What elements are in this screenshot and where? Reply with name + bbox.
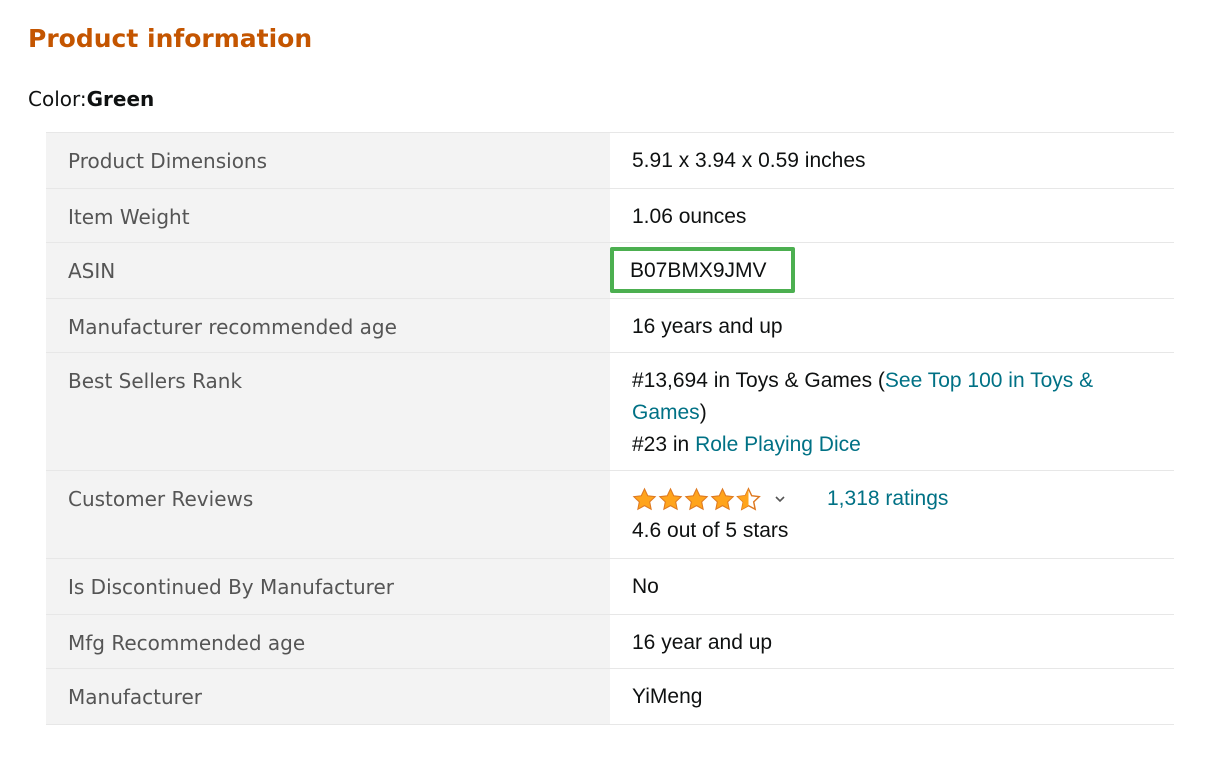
asin-highlight-box: B07BMX9JMV bbox=[610, 247, 795, 293]
color-label: Color: bbox=[28, 87, 87, 111]
row-label-asin: ASIN bbox=[46, 242, 610, 299]
table-row: Manufacturer YiMeng bbox=[46, 668, 1174, 725]
row-value-mfg-age: 16 year and up bbox=[632, 631, 773, 654]
star-full-icon bbox=[658, 487, 683, 510]
table-row: Is Discontinued By Manufacturer No bbox=[46, 558, 1174, 615]
table-row: Manufacturer recommended age 16 years an… bbox=[46, 298, 1174, 353]
table-row: ASIN B07BMX9JMV bbox=[46, 242, 1174, 299]
color-selection: Color:Green bbox=[28, 85, 154, 113]
row-label-rank: Best Sellers Rank bbox=[46, 352, 610, 471]
row-label-reviews: Customer Reviews bbox=[46, 470, 610, 559]
row-value-dimensions: 5.91 x 3.94 x 0.59 inches bbox=[632, 149, 866, 172]
color-value: Green bbox=[86, 87, 155, 111]
row-value-rank: #13,694 in Toys & Games (See Top 100 in … bbox=[610, 353, 1174, 471]
row-value-asin: B07BMX9JMV bbox=[610, 243, 1174, 299]
row-label-dimensions: Product Dimensions bbox=[46, 132, 610, 189]
section-title: Product information bbox=[28, 24, 313, 53]
row-value-age: 16 years and up bbox=[632, 315, 783, 338]
row-label-mfg-age: Mfg Recommended age bbox=[46, 614, 610, 669]
star-full-icon bbox=[710, 487, 735, 510]
row-value-weight: 1.06 ounces bbox=[632, 205, 747, 228]
table-row: Best Sellers Rank #13,694 in Toys & Game… bbox=[46, 352, 1174, 471]
star-full-icon bbox=[632, 487, 657, 510]
row-label-manufacturer: Manufacturer bbox=[46, 668, 610, 725]
star-rating-icon[interactable] bbox=[632, 486, 761, 512]
table-row: Product Dimensions 5.91 x 3.94 x 0.59 in… bbox=[46, 132, 1174, 189]
rating-text: 4.6 out of 5 stars bbox=[632, 519, 789, 542]
rank-line2-prefix: #23 in bbox=[632, 433, 696, 456]
rank-line1-prefix: #13,694 in Toys & Games ( bbox=[632, 369, 885, 392]
table-row: Item Weight 1.06 ounces bbox=[46, 188, 1174, 243]
role-playing-dice-link[interactable]: Role Playing Dice bbox=[695, 433, 861, 456]
table-row: Mfg Recommended age 16 year and up bbox=[46, 614, 1174, 669]
star-full-icon bbox=[684, 487, 709, 510]
row-label-discontinued: Is Discontinued By Manufacturer bbox=[46, 558, 610, 615]
chevron-down-icon[interactable] bbox=[773, 492, 787, 506]
row-value-discontinued: No bbox=[632, 575, 659, 598]
ratings-count-link[interactable]: 1,318 ratings bbox=[827, 483, 948, 515]
row-value-manufacturer: YiMeng bbox=[632, 685, 703, 708]
table-row: Customer Reviews 1,318 ratings 4.6 out o… bbox=[46, 470, 1174, 559]
row-value-reviews: 1,318 ratings 4.6 out of 5 stars bbox=[610, 471, 1174, 559]
rank-line1-suffix: ) bbox=[699, 401, 707, 424]
star-half-icon bbox=[736, 486, 761, 511]
product-details-table: Product Dimensions 5.91 x 3.94 x 0.59 in… bbox=[46, 132, 1174, 725]
row-label-weight: Item Weight bbox=[46, 188, 610, 243]
row-label-age: Manufacturer recommended age bbox=[46, 298, 610, 353]
